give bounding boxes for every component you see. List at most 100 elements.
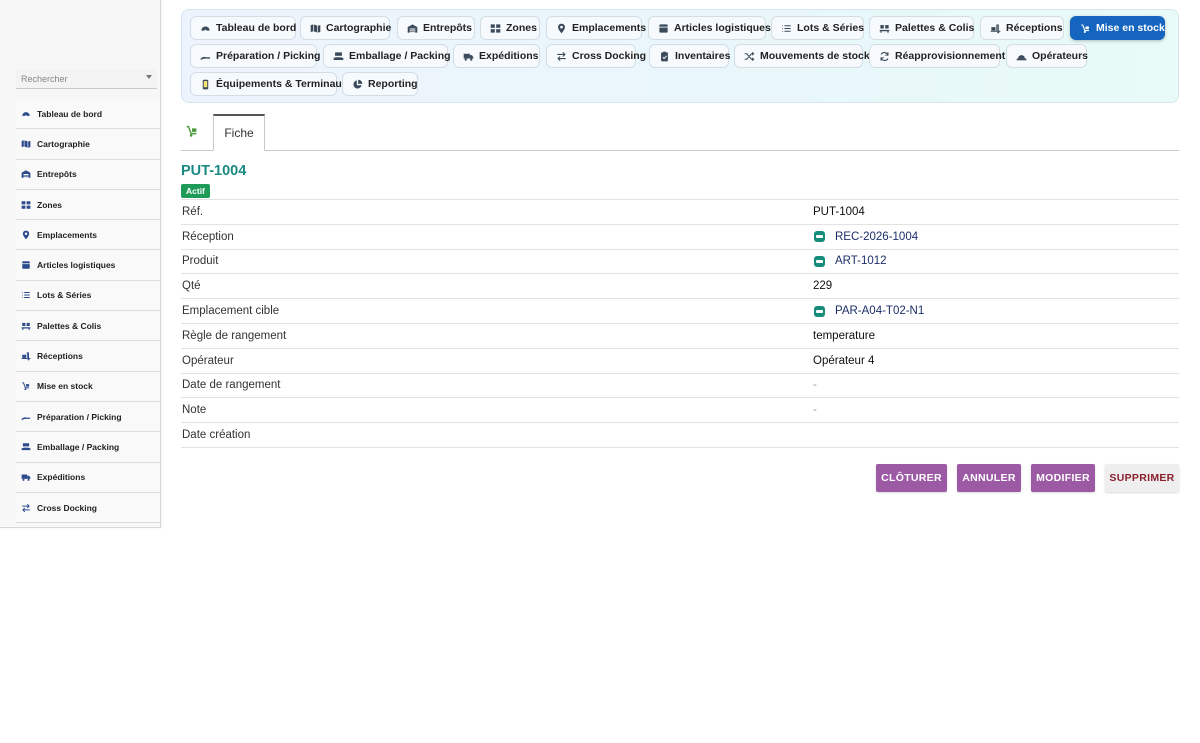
sidebar-item-label: Cross Docking [37, 502, 97, 513]
nav-chip-label: Mise en stock [1096, 22, 1165, 34]
edit-button[interactable]: MODIFIER [1031, 464, 1095, 492]
field-value-text[interactable]: ART-1012 [835, 255, 887, 267]
record-link-icon[interactable] [814, 255, 825, 267]
sidebar-item-emballage-packing[interactable]: Emballage / Packing [16, 432, 160, 463]
nav-chip-label: Préparation / Picking [216, 50, 321, 62]
tab-fiche[interactable]: Fiche [213, 114, 265, 151]
nav-chip-inventaires[interactable]: Inventaires [649, 44, 730, 68]
sidebar-item-tableau-de-bord[interactable]: Tableau de bord [16, 99, 160, 130]
delete-button[interactable]: SUPPRIMER [1105, 464, 1179, 492]
dashboard-icon [21, 109, 31, 119]
exchange-icon [556, 51, 567, 62]
nav-chip-label: Emballage / Packing [349, 50, 451, 62]
dolly-icon [1080, 23, 1091, 34]
field-value-text: Opérateur 4 [813, 354, 875, 367]
field-value-text: - [813, 404, 817, 417]
nav-chip-tableau-de-bord[interactable]: Tableau de bord [190, 16, 296, 40]
chevron-down-icon[interactable] [146, 75, 152, 79]
location-pin-icon [556, 23, 567, 34]
nav-chip-lots-series[interactable]: Lots & Séries [771, 16, 864, 40]
warehouse-icon [407, 23, 418, 34]
nav-chip-expeditions[interactable]: Expéditions [453, 44, 540, 68]
nav-chip-mise-en-stock[interactable]: Mise en stock [1070, 16, 1165, 40]
sidebar-item-label: Mise en stock [37, 381, 93, 392]
sidebar-item-label: Expéditions [37, 472, 86, 483]
nav-chip-operateurs[interactable]: Opérateurs [1006, 44, 1088, 68]
truck-loading-icon [990, 23, 1001, 34]
module-nav: Tableau de bord Cartographie Entrepôts Zone… [181, 9, 1179, 103]
pallet-icon [21, 321, 31, 331]
nav-chip-label: Palettes & Colis [895, 22, 975, 34]
nav-chip-label: Équipements & Terminaux [216, 78, 348, 90]
dolly-icon[interactable] [185, 124, 199, 138]
field-label: Produit [182, 255, 219, 268]
sidebar-item-label: Préparation / Picking [37, 411, 122, 422]
nav-chip-receptions[interactable]: Réceptions [980, 16, 1064, 40]
sidebar-item-emplacements[interactable]: Emplacements [16, 220, 160, 251]
truck-icon [463, 51, 474, 62]
nav-chip-emplacements[interactable]: Emplacements [546, 16, 646, 40]
field-value-text: PUT-1004 [813, 205, 865, 218]
nav-chip-cartographie[interactable]: Cartographie [300, 16, 392, 40]
nav-chip-zones[interactable]: Zones [480, 16, 540, 40]
sidebar-item-zones[interactable]: Zones [16, 189, 160, 221]
field-value[interactable]: REC-2026-1004 [813, 231, 918, 243]
nav-chip-reporting[interactable]: Reporting [342, 72, 418, 96]
warehouse-icon [21, 169, 31, 179]
hand-icon [21, 412, 31, 422]
dashboard-icon [200, 23, 211, 34]
page-title: PUT-1004 [181, 163, 247, 179]
close-button[interactable]: CLÔTURER [876, 464, 947, 492]
nav-chip-palettes-colis[interactable]: Palettes & Colis [869, 16, 974, 40]
record-link-icon[interactable] [814, 231, 825, 243]
nav-chip-preparation-picking[interactable]: Préparation / Picking [190, 44, 321, 68]
sidebar-item-cartographie[interactable]: Cartographie [16, 129, 160, 160]
field-value-text: - [813, 379, 817, 392]
packing-icon [21, 442, 31, 452]
field-label: Qté [182, 280, 201, 293]
sidebar-item-palettes-colis[interactable]: Palettes & Colis [16, 311, 160, 342]
field-value[interactable]: PAR-A04-T02-N1 [813, 305, 924, 317]
nav-chip-entrepots[interactable]: Entrepôts [397, 16, 475, 40]
sidebar-item-preparation-picking[interactable]: Préparation / Picking [16, 401, 160, 433]
sidebar-item-expeditions[interactable]: Expéditions [16, 462, 160, 493]
field-label: Règle de rangement [182, 329, 287, 342]
pallet-icon [879, 23, 890, 34]
field-label: Note [182, 404, 207, 417]
field-label: Date de rangement [182, 379, 281, 392]
field-value-text[interactable]: REC-2026-1004 [835, 231, 918, 243]
box-icon [21, 260, 31, 270]
sidebar-item-mise-en-stock[interactable]: Mise en stock [16, 371, 160, 402]
field-value: - [813, 379, 817, 391]
field-value-text: temperature [813, 329, 876, 342]
location-pin-icon [21, 230, 31, 240]
field-value[interactable]: ART-1012 [813, 255, 887, 267]
sidebar-item-receptions[interactable]: Réceptions [16, 341, 160, 372]
cancel-button[interactable]: ANNULER [957, 464, 1021, 492]
nav-chip-label: Réapprovisionnement [895, 50, 1006, 62]
field-value-text: 229 [813, 280, 833, 293]
sidebar-item-label: Réceptions [37, 351, 83, 362]
pie-chart-icon [352, 79, 363, 90]
nav-chip-emballage-packing[interactable]: Emballage / Packing [323, 44, 451, 68]
sidebar-menu: Tableau de bord Cartographie Entrepôts Zone… [16, 99, 160, 524]
nav-chip-articles-logistiques[interactable]: Articles logistiques [648, 16, 771, 40]
sidebar-item-articles-logistiques[interactable]: Articles logistiques [16, 250, 160, 281]
sidebar-item-label: Emplacements [37, 229, 97, 240]
field-row-date-creation: Date création [181, 423, 1179, 448]
nav-chip-reapprovisionnement[interactable]: Réapprovisionnement [869, 44, 1005, 68]
field-value-text[interactable]: PAR-A04-T02-N1 [835, 305, 924, 317]
nav-chip-equipements-terminaux[interactable]: Équipements & Terminaux [190, 72, 348, 96]
sidebar-item-cross-docking[interactable]: Cross Docking [16, 492, 160, 524]
sidebar-item-label: Emballage / Packing [37, 441, 120, 452]
sidebar-item-lots-series[interactable]: Lots & Séries [16, 280, 160, 312]
nav-chip-cross-docking[interactable]: Cross Docking [546, 44, 646, 68]
nav-chip-mouvements-de-stock[interactable]: Mouvements de stock [734, 44, 870, 68]
nav-chip-label: Cartographie [326, 22, 392, 34]
record-link-icon[interactable] [814, 305, 825, 317]
field-row-qte: Qté 229 [181, 274, 1179, 300]
search-select[interactable]: Rechercher [16, 69, 157, 89]
sidebar-item-entrepots[interactable]: Entrepôts [16, 159, 160, 190]
field-row-date-de-rangement: Date de rangement - [181, 374, 1179, 399]
hard-hat-icon [1016, 51, 1027, 62]
